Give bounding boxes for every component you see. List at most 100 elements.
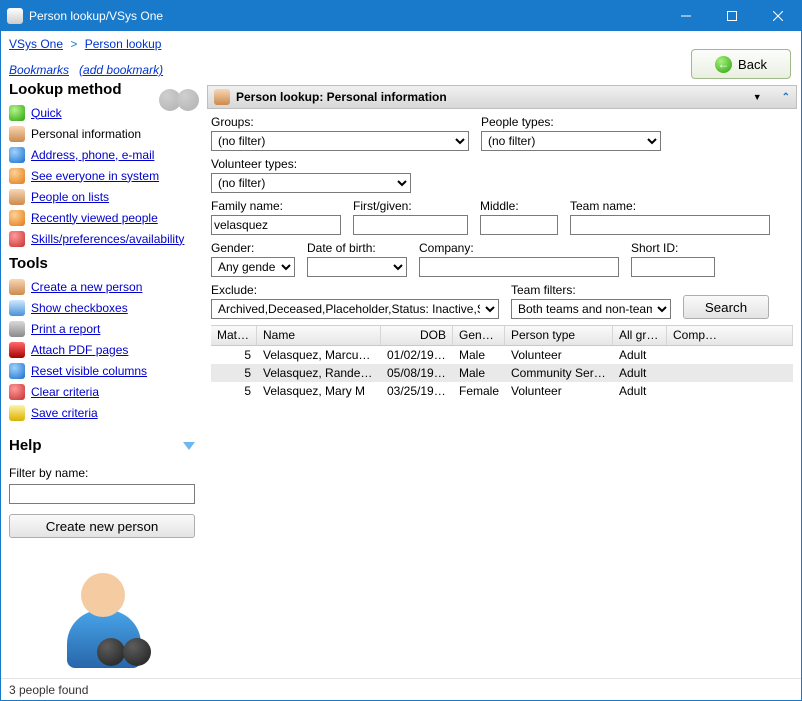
maximize-button[interactable] [709,1,755,31]
person-binoculars-illustration [59,568,154,678]
checkbox-icon [9,300,25,316]
col-gender[interactable]: Gender [453,326,505,345]
sidebar-item-quick[interactable]: Quick [9,102,195,123]
col-person-type[interactable]: Person type [505,326,613,345]
window-title: Person lookup/VSys One [29,9,663,23]
family-name-input[interactable] [211,215,341,235]
create-new-person-button[interactable]: Create new person [9,514,195,538]
sidebar-item-everyone[interactable]: See everyone in system [9,165,195,186]
first-name-input[interactable] [353,215,468,235]
groups-select[interactable]: (no filter) [211,131,469,151]
gender-label: Gender: [211,241,295,255]
sidebar-item-label: Create a new person [31,280,142,294]
shortid-input[interactable] [631,257,715,277]
cell-person-type: Volunteer [505,346,613,364]
tool-save-criteria[interactable]: Save criteria [9,402,195,423]
cell-match: 5 [211,364,257,382]
main-panel: Person lookup: Personal information ▼ ⌃ … [203,81,801,678]
teamfilter-select[interactable]: Both teams and non-teams [511,299,671,319]
exclude-select[interactable]: Archived,Deceased,Placeholder,Status: In… [211,299,499,319]
maximize-icon [727,11,737,21]
sidebar-item-address[interactable]: Address, phone, e-mail [9,144,195,165]
help-label: Help [9,437,42,454]
close-button[interactable] [755,1,801,31]
company-input[interactable] [419,257,619,277]
groups-label: Groups: [211,115,469,129]
results-grid: Matc… Name DOB Gender Person type All gr… [211,325,793,400]
printer-icon [9,321,25,337]
col-groups[interactable]: All gro… [613,326,667,345]
search-button[interactable]: Search [683,295,769,319]
sidebar-item-label: Reset visible columns [31,364,147,378]
sidebar-item-label: Show checkboxes [31,301,128,315]
sidebar-item-label: Quick [31,106,62,120]
bookmarks-link[interactable]: Bookmarks [9,63,69,77]
tool-create-person[interactable]: Create a new person [9,276,195,297]
sidebar-item-lists[interactable]: People on lists [9,186,195,207]
cell-company [667,371,793,375]
cell-match: 5 [211,346,257,364]
cell-gender: Male [453,364,505,382]
status-bar: 3 people found [1,678,801,700]
back-arrow-icon: ← [715,56,732,73]
bolt-icon [9,105,25,121]
vol-types-select[interactable]: (no filter) [211,173,411,193]
table-row[interactable]: 5Velasquez, Mary M03/25/1941FemaleVolunt… [211,382,793,400]
cell-person-type: Community Service [505,364,613,382]
col-name[interactable]: Name [257,326,381,345]
breadcrumb-root[interactable]: VSys One [9,37,63,51]
table-row[interactable]: 5Velasquez, Marcus D01/02/1953MaleVolunt… [211,346,793,364]
cell-company [667,389,793,393]
cell-gender: Male [453,346,505,364]
dob-label: Date of birth: [307,241,407,255]
sidebar-item-label: Address, phone, e-mail [31,148,154,162]
add-bookmark-link[interactable]: (add bookmark) [79,63,163,77]
tool-attach-pdf[interactable]: Attach PDF pages [9,339,195,360]
clear-icon [9,384,25,400]
panel-menu-icon[interactable]: ▼ [753,92,762,102]
help-header[interactable]: Help [9,437,195,454]
sidebar-item-label: See everyone in system [31,169,159,183]
list-person-icon [9,189,25,205]
middle-name-input[interactable] [480,215,558,235]
panel-person-icon [214,89,230,105]
tool-show-checkboxes[interactable]: Show checkboxes [9,297,195,318]
sidebar-item-label: Recently viewed people [31,211,158,225]
team-name-input[interactable] [570,215,770,235]
sidebar-item-personal-info[interactable]: Personal information [9,123,195,144]
people-icon [9,168,25,184]
sidebar-item-label: People on lists [31,190,109,204]
sidebar-item-label: Personal information [31,127,141,141]
clock-person-icon [9,210,25,226]
breadcrumb-current[interactable]: Person lookup [85,37,162,51]
gender-select[interactable]: Any gender [211,257,295,277]
cell-dob: 03/25/1941 [381,382,453,400]
minimize-button[interactable] [663,1,709,31]
table-row[interactable]: 5Velasquez, Randell M05/08/1969MaleCommu… [211,364,793,382]
sidebar-item-label: Print a report [31,322,100,336]
tools-header: Tools [9,255,195,272]
back-button[interactable]: ← Back [691,49,791,79]
filter-by-name-input[interactable] [9,484,195,504]
panel-collapse-icon[interactable]: ⌃ [782,92,790,103]
sidebar-item-label: Save criteria [31,406,98,420]
sidebar-item-skills[interactable]: Skills/preferences/availability [9,228,195,249]
people-types-label: People types: [481,115,661,129]
cell-company [667,353,793,357]
col-match[interactable]: Matc… [211,326,257,345]
status-text: 3 people found [9,683,88,697]
tool-clear-criteria[interactable]: Clear criteria [9,381,195,402]
dob-select[interactable] [307,257,407,277]
people-types-select[interactable]: (no filter) [481,131,661,151]
filter-by-name-label: Filter by name: [9,466,195,480]
sidebar-item-recent[interactable]: Recently viewed people [9,207,195,228]
col-company[interactable]: Comp… [667,326,793,345]
tool-reset-columns[interactable]: Reset visible columns [9,360,195,381]
app-icon [7,8,23,24]
breadcrumb-sep: > [66,37,81,51]
panel-header: Person lookup: Personal information ▼ ⌃ [207,85,797,109]
col-dob[interactable]: DOB [381,326,453,345]
pdf-icon [9,342,25,358]
tool-print-report[interactable]: Print a report [9,318,195,339]
team-name-label: Team name: [570,199,770,213]
